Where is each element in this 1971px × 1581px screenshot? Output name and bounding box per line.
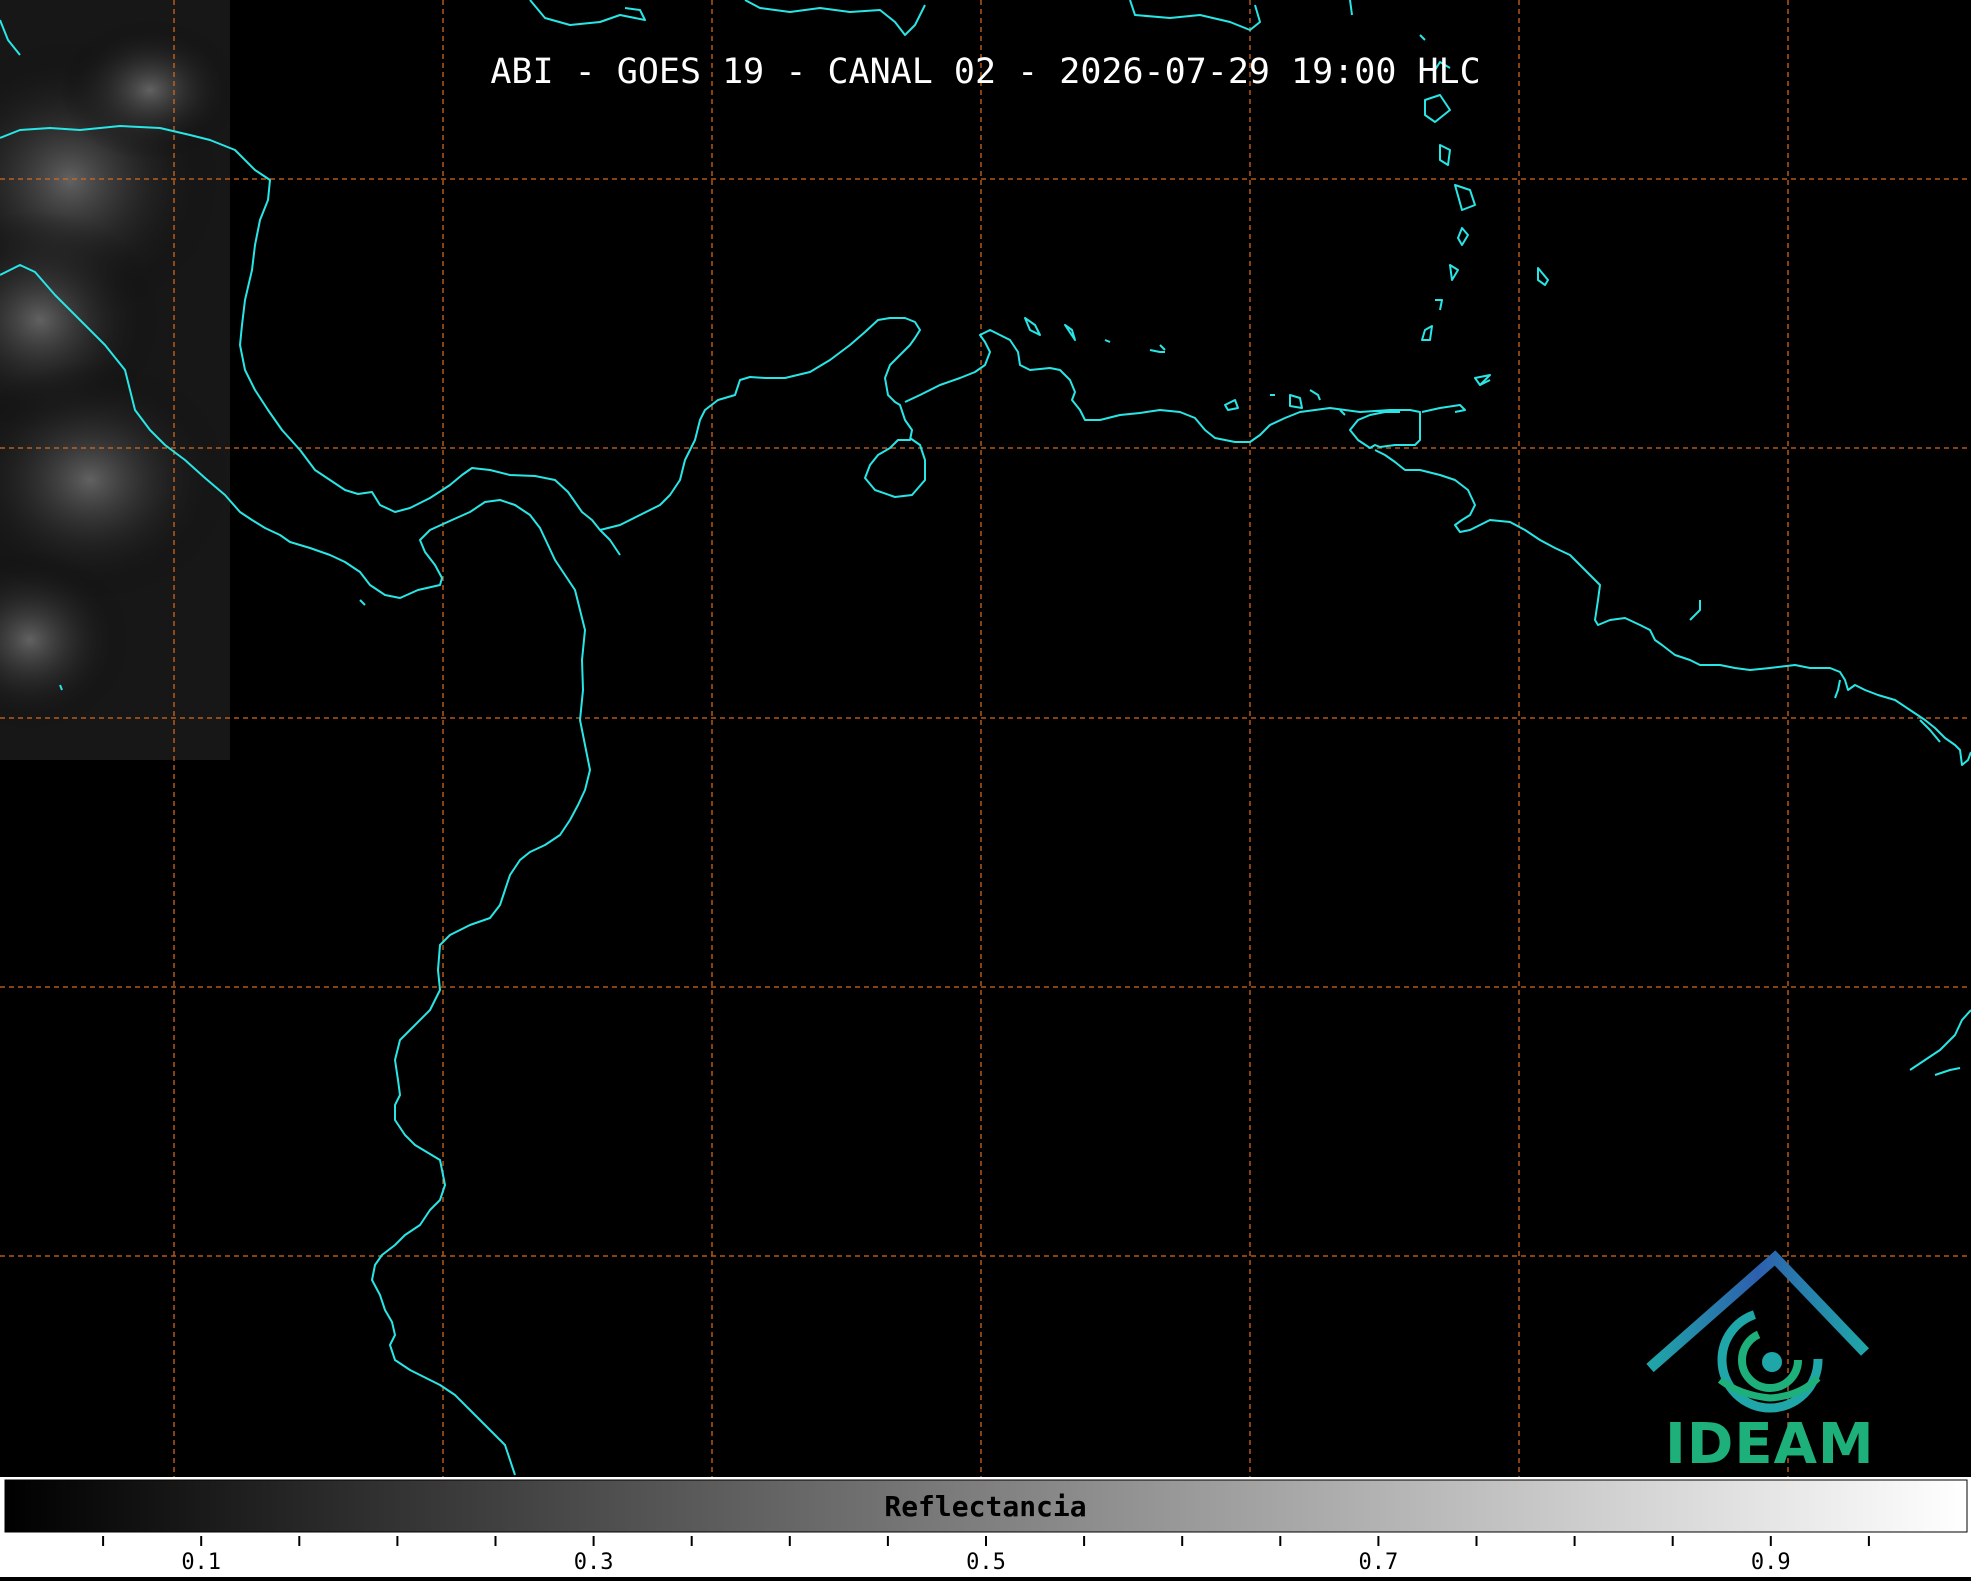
colorbar-tick-label: 0.5 (966, 1550, 1006, 1575)
colorbar-tick-label: 0.1 (181, 1550, 222, 1575)
satellite-map-view: ABI - GOES 19 - CANAL 02 - 2026-07-29 19… (0, 0, 1971, 1577)
colorbar-tick-label: 0.9 (1750, 1550, 1791, 1575)
coastlines (0, 0, 1971, 1476)
ideam-logo-emblem (1646, 1250, 1869, 1413)
lat-lon-grid (0, 0, 1971, 1477)
map-title: ABI - GOES 19 - CANAL 02 - 2026-07-29 19… (490, 52, 1481, 92)
map-canvas (0, 0, 1971, 1577)
colorbar-tick-label: 0.7 (1358, 1550, 1399, 1575)
colorbar-tick-label: 0.3 (573, 1550, 614, 1575)
cloud-cover (0, 0, 240, 760)
colorbar-label: Reflectancia (884, 1490, 1087, 1523)
ideam-logo-text: IDEAM (1665, 1412, 1875, 1477)
